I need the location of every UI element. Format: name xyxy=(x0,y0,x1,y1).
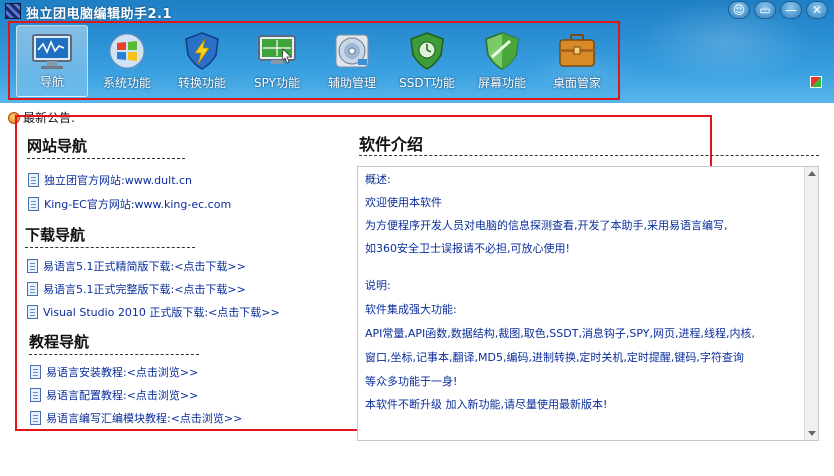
list-item[interactable]: 易语言5.1正式完整版下载:<点击下载>> xyxy=(27,281,246,297)
disc-icon xyxy=(330,31,374,71)
download-nav-title: 下载导航 xyxy=(25,226,86,244)
document-icon xyxy=(30,411,41,425)
monitor-icon xyxy=(30,32,74,72)
tutorial-nav-title: 教程导航 xyxy=(29,333,90,351)
list-item[interactable]: 易语言编写汇编模块教程:<点击浏览>> xyxy=(30,410,242,426)
divider xyxy=(359,155,819,156)
intro-line: 窗口,坐标,记事本,翻译,MD5,编码,进制转换,定时关机,定时提醒,键码,字符… xyxy=(365,351,744,364)
tool-ssdt[interactable]: SSDT功能 xyxy=(391,25,463,97)
divider xyxy=(27,158,185,159)
title-bar: 独立团电脑编辑助手2.1 ☺ ▭ — ✕ xyxy=(0,0,834,22)
main-toolbar: 导航 系统功能 转换功能 SPY功能 辅助管理 SSDT功能 屏幕功能 桌面管家 xyxy=(8,21,620,100)
document-icon xyxy=(27,282,38,296)
document-icon xyxy=(28,197,39,211)
intro-line: 概述: xyxy=(365,173,391,186)
windows-logo-icon xyxy=(105,31,149,71)
tool-assist[interactable]: 辅助管理 xyxy=(316,25,388,97)
window-title: 独立团电脑编辑助手2.1 xyxy=(26,7,173,22)
divider xyxy=(29,354,199,355)
intro-title: 软件介绍 xyxy=(359,135,424,154)
link-text[interactable]: 易语言配置教程:<点击浏览>> xyxy=(46,387,198,403)
link-text[interactable]: Visual Studio 2010 正式版下载:<点击下载>> xyxy=(43,304,280,320)
intro-line: 如360安全卫士误报请不必担,可放心使用! xyxy=(365,242,570,255)
tool-label: 辅助管理 xyxy=(327,76,376,90)
tool-label: 屏幕功能 xyxy=(477,76,526,90)
tool-system[interactable]: 系统功能 xyxy=(91,25,163,97)
intro-line: API常量,API函数,数据结构,裁图,取色,SSDT,消息钩子,SPY,网页,… xyxy=(365,327,756,340)
intro-line: 等众多功能于一身! xyxy=(365,375,458,388)
scrollbar[interactable] xyxy=(804,167,818,440)
list-item[interactable]: 易语言5.1正式精简版下载:<点击下载>> xyxy=(27,258,246,274)
window-controls: ☺ ▭ — ✕ xyxy=(728,1,828,19)
shield-green-icon xyxy=(480,31,524,71)
tool-label: SSDT功能 xyxy=(399,76,455,90)
tool-screen[interactable]: 屏幕功能 xyxy=(466,25,538,97)
link-text[interactable]: 易语言安装教程:<点击浏览>> xyxy=(46,364,198,380)
intro-line: 本软件不断升级 加入新功能,请尽量使用最新版本! xyxy=(365,398,608,411)
document-icon xyxy=(27,305,38,319)
tool-label: 转换功能 xyxy=(177,76,226,90)
intro-line: 软件集成强大功能: xyxy=(365,303,457,316)
document-icon xyxy=(30,365,41,379)
site-nav-title: 网站导航 xyxy=(27,137,88,155)
shield-clock-icon xyxy=(405,31,449,71)
list-item[interactable]: 易语言安装教程:<点击浏览>> xyxy=(30,364,198,380)
intro-line: 欢迎使用本软件 xyxy=(365,196,442,209)
list-item[interactable]: Visual Studio 2010 正式版下载:<点击下载>> xyxy=(27,304,280,320)
feedback-button[interactable]: ☺ xyxy=(728,1,750,19)
intro-line: 说明: xyxy=(365,279,391,292)
skin-icon[interactable] xyxy=(810,76,822,88)
document-icon xyxy=(27,259,38,273)
scroll-down-icon[interactable] xyxy=(808,431,816,436)
header: 独立团电脑编辑助手2.1 ☺ ▭ — ✕ 导航 系统功能 转换功能 SPY功能 … xyxy=(0,0,834,103)
tool-label: SPY功能 xyxy=(254,76,300,90)
list-item[interactable]: King-EC官方网站:www.king-ec.com xyxy=(28,196,231,212)
content-area: 最新公告: 网站导航 独立团官方网站:www.dult.cn King-EC官方… xyxy=(0,103,834,476)
screen-target-icon xyxy=(255,31,299,71)
close-button[interactable]: ✕ xyxy=(806,1,828,19)
list-item[interactable]: 易语言配置教程:<点击浏览>> xyxy=(30,387,198,403)
tool-conversion[interactable]: 转换功能 xyxy=(166,25,238,97)
link-text[interactable]: 易语言5.1正式精简版下载:<点击下载>> xyxy=(43,258,246,274)
intro-line: 为方便程序开发人员对电脑的信息探测查看,开发了本助手,采用易语言编写, xyxy=(365,219,728,232)
document-icon xyxy=(30,388,41,402)
tool-label: 导航 xyxy=(39,75,64,89)
intro-text-box[interactable]: 概述: 欢迎使用本软件 为方便程序开发人员对电脑的信息探测查看,开发了本助手,采… xyxy=(357,166,819,441)
briefcase-icon xyxy=(555,31,599,71)
tool-label: 桌面管家 xyxy=(552,76,601,90)
tool-label: 系统功能 xyxy=(102,76,151,90)
link-text[interactable]: King-EC官方网站:www.king-ec.com xyxy=(44,196,231,212)
link-text[interactable]: 独立团官方网站:www.dult.cn xyxy=(44,172,192,188)
tool-navigation[interactable]: 导航 xyxy=(16,25,88,97)
list-item[interactable]: 独立团官方网站:www.dult.cn xyxy=(28,172,192,188)
scroll-up-icon[interactable] xyxy=(808,171,816,176)
divider xyxy=(25,247,195,248)
document-icon xyxy=(28,173,39,187)
minimize-button[interactable]: — xyxy=(780,1,802,19)
shield-lightning-icon xyxy=(180,31,224,71)
link-text[interactable]: 易语言5.1正式完整版下载:<点击下载>> xyxy=(43,281,246,297)
tool-desktop[interactable]: 桌面管家 xyxy=(541,25,613,97)
tool-spy[interactable]: SPY功能 xyxy=(241,25,313,97)
app-icon xyxy=(5,3,21,19)
link-text[interactable]: 易语言编写汇编模块教程:<点击浏览>> xyxy=(46,410,242,426)
menu-button[interactable]: ▭ xyxy=(754,1,776,19)
